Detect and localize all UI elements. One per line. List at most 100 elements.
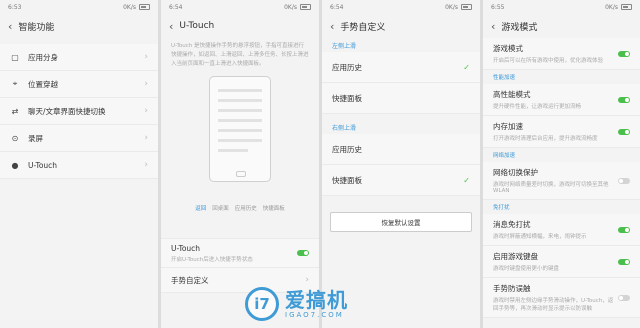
check-icon: ✓: [463, 62, 470, 72]
panel-game-mode: 6:55 0K/s ‹ 游戏模式 游戏模式 开启后可以在所有游戏中使用，优化游戏…: [483, 0, 640, 328]
list-item-app-clone[interactable]: ▢ 应用分身 ›: [0, 44, 158, 71]
setting-network-protection[interactable]: 网络切换保护 游戏时网络质量差时切换，游戏时可切换至其他WLAN: [483, 162, 640, 200]
setting-game-keyboard[interactable]: 启用游戏键盘 游戏时键盘使用更小的键盘: [483, 246, 640, 278]
battery-icon: [300, 4, 311, 10]
utouch-toggle[interactable]: [297, 250, 309, 257]
app-clone-icon: ▢: [11, 52, 19, 62]
option-label: 应用历史: [332, 62, 362, 72]
status-bar: 6:55 0K/s: [483, 0, 640, 14]
network-speed: 0K/s: [284, 3, 297, 11]
panel-gesture-customize: 6:54 0K/s ‹ 手势自定义 左侧上滑 应用历史 ✓ 快捷面板 右侧上滑 …: [322, 0, 480, 328]
logo-text: 爱搞机: [285, 288, 348, 312]
gesture-demo-tabs: 返回 回桌面 应用历史 快捷面板: [161, 204, 319, 212]
chevron-right-icon: ›: [144, 106, 148, 116]
list-item-label: 聊天/文章界面快捷切换: [28, 106, 106, 116]
setting-subtitle: 开启后可以在所有游戏中使用，优化游戏体验: [493, 58, 604, 64]
battery-icon: [621, 4, 632, 10]
option-right-quick-panel[interactable]: 快捷面板 ✓: [322, 165, 480, 196]
header: ‹ 游戏模式: [483, 14, 640, 38]
setting-game-mode[interactable]: 游戏模式 开启后可以在所有游戏中使用，优化游戏体验: [483, 38, 640, 70]
header: ‹ 智能功能: [0, 14, 158, 38]
chevron-right-icon: ›: [144, 133, 148, 143]
section-right-swipe: 右侧上滑: [332, 124, 357, 132]
section-left-swipe: 左侧上滑: [332, 42, 357, 50]
location-icon: ⌖: [12, 79, 18, 88]
utouch-toggle-row[interactable]: U-Touch 开启U-Touch后进入快捷手势状态: [161, 238, 319, 269]
reset-default-button[interactable]: 恢复默认设置: [330, 212, 472, 232]
phone-illustration: [209, 76, 271, 183]
gesture-protect-toggle[interactable]: [618, 294, 630, 301]
network-speed: 0K/s: [605, 3, 618, 11]
game-mode-toggle[interactable]: [618, 50, 630, 57]
setting-title: 消息免打扰: [493, 220, 531, 229]
battery-icon: [461, 4, 472, 10]
section-performance: 性能加速: [493, 75, 516, 81]
home-button-icon: [236, 171, 246, 178]
option-left-quick-panel[interactable]: 快捷面板: [322, 83, 480, 114]
setting-subtitle: 提升硬件性能，让游戏运行更加流畅: [493, 104, 582, 110]
utouch-dot-icon: ●: [11, 160, 19, 170]
record-icon: ⊙: [11, 133, 19, 143]
setting-subtitle: 游戏时屏蔽通知横幅，来电，闹钟提示: [493, 234, 587, 240]
logo-url: IGAO7.COM: [285, 311, 344, 319]
list-item-label: 位置穿越: [28, 79, 58, 89]
tab-back[interactable]: 返回: [195, 204, 206, 212]
section-network: 网络加速: [493, 153, 516, 159]
list-item-label: U-Touch: [28, 160, 58, 170]
setting-title: 内存加速: [493, 122, 523, 131]
tab-quick-panel[interactable]: 快捷面板: [263, 204, 285, 212]
list-item-utouch[interactable]: ● U-Touch ›: [0, 152, 158, 179]
list-item-chat-switch[interactable]: ⇄ 聊天/文章界面快捷切换 ›: [0, 98, 158, 125]
page-title: 游戏模式: [501, 22, 538, 33]
high-performance-toggle[interactable]: [618, 96, 630, 103]
list-item-screen-record[interactable]: ⊙ 录屏 ›: [0, 125, 158, 152]
status-bar: 6:54 0K/s: [322, 0, 480, 14]
game-keyboard-toggle[interactable]: [618, 258, 630, 265]
back-arrow-icon[interactable]: ‹: [169, 21, 173, 32]
chevron-right-icon: ›: [144, 52, 148, 62]
setting-title: 游戏模式: [493, 44, 523, 53]
list-item-location[interactable]: ⌖ 位置穿越 ›: [0, 71, 158, 98]
switch-icon: ⇄: [11, 106, 19, 116]
chevron-right-icon: ›: [144, 79, 148, 89]
back-arrow-icon[interactable]: ‹: [8, 21, 12, 32]
setting-message-dnd[interactable]: 消息免打扰 游戏时屏蔽通知横幅，来电，闹钟提示: [483, 214, 640, 246]
message-dnd-toggle[interactable]: [618, 226, 630, 233]
tab-home[interactable]: 回桌面: [212, 204, 229, 212]
back-arrow-icon[interactable]: ‹: [330, 21, 334, 32]
chevron-right-icon: ›: [144, 160, 148, 170]
header: ‹ U-Touch: [161, 14, 319, 38]
setting-title: 手势防误触: [493, 284, 531, 293]
setting-subtitle: 打开游戏时清理后台应用，提升游戏流畅度: [493, 136, 598, 142]
header: ‹ 手势自定义: [322, 14, 480, 38]
list-item-label: 应用分身: [28, 52, 58, 62]
option-right-recents[interactable]: 应用历史: [322, 134, 480, 165]
option-label: 快捷面板: [332, 93, 362, 103]
back-arrow-icon[interactable]: ‹: [491, 21, 495, 32]
setting-high-performance[interactable]: 高性能模式 提升硬件性能，让游戏运行更加流畅: [483, 84, 640, 116]
network-protection-toggle[interactable]: [618, 177, 630, 184]
setting-memory-boost[interactable]: 内存加速 打开游戏时清理后台应用，提升游戏流畅度: [483, 116, 640, 148]
utouch-toggle-subtitle: 开启U-Touch后进入快捷手势状态: [171, 256, 253, 263]
battery-icon: [139, 4, 150, 10]
page-title: 智能功能: [18, 22, 55, 33]
utouch-toggle-title: U-Touch: [171, 243, 201, 253]
option-left-recents[interactable]: 应用历史 ✓: [322, 52, 480, 83]
network-speed: 0K/s: [123, 3, 136, 11]
panel-smart-features: 6:53 0K/s ‹ 智能功能 ▢ 应用分身 › ⌖ 位置穿越 › ⇄ 聊天/…: [0, 0, 158, 328]
setting-title: 高性能模式: [493, 90, 531, 99]
section-do-not-disturb: 免打扰: [493, 205, 510, 211]
setting-subtitle: 游戏时键盘使用更小的键盘: [493, 266, 560, 272]
list-item-label: 录屏: [28, 133, 43, 143]
setting-title: 启用游戏键盘: [493, 252, 538, 261]
setting-subtitle: 游戏时网络质量差时切换，游戏时可切换至其他WLAN: [493, 182, 609, 194]
panel-utouch: 6:54 0K/s ‹ U-Touch U-Touch 是快捷操作手势的悬浮按钮…: [161, 0, 319, 328]
option-label: 应用历史: [332, 144, 362, 154]
status-bar: 6:54 0K/s: [161, 0, 319, 14]
page-title: 手势自定义: [340, 22, 386, 33]
tab-recents[interactable]: 应用历史: [235, 204, 257, 212]
setting-subtitle: 游戏时禁用左侧边缘手势滑动操作，U-Touch，返回手势等，再次滑动时显示提示以…: [493, 298, 614, 312]
memory-boost-toggle[interactable]: [618, 128, 630, 135]
setting-gesture-protect[interactable]: 手势防误触 游戏时禁用左侧边缘手势滑动操作，U-Touch，返回手势等，再次滑动…: [483, 278, 640, 318]
check-icon: ✓: [463, 175, 470, 185]
